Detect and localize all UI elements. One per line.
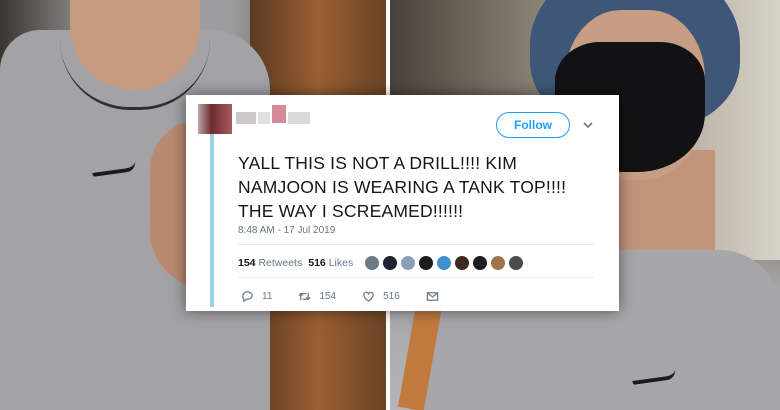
reply-icon	[242, 291, 253, 303]
liker-avatar[interactable]	[454, 255, 470, 271]
divider	[238, 244, 594, 245]
direct-message-button[interactable]	[426, 290, 439, 303]
liker-avatar[interactable]	[508, 255, 524, 271]
engagement-stats: 154 Retweets 516 Likes	[238, 257, 353, 269]
tweet-timestamp[interactable]: 8:48 AM - 17 Jul 2019	[238, 225, 335, 236]
like-count: 516	[383, 291, 400, 302]
blurred-username	[236, 112, 256, 124]
reply-button[interactable]: 11	[241, 290, 272, 303]
like-button[interactable]: 516	[362, 290, 400, 303]
liker-avatar[interactable]	[364, 255, 380, 271]
liker-avatar[interactable]	[400, 255, 416, 271]
follow-button[interactable]: Follow	[496, 112, 570, 138]
liker-avatar[interactable]	[382, 255, 398, 271]
quote-bar	[210, 133, 214, 307]
retweet-button[interactable]: 154	[298, 290, 336, 303]
retweet-count: 154	[319, 291, 337, 302]
blurred-username	[288, 112, 310, 124]
tweet-actions: 11 154 516	[241, 290, 465, 303]
tweet-text: YALL THIS IS NOT A DRILL!!!! KIM NAMJOON…	[238, 153, 567, 221]
likes-stat[interactable]: 516 Likes	[308, 257, 353, 269]
retweet-icon	[298, 292, 311, 301]
liker-avatar[interactable]	[472, 255, 488, 271]
blurred-username	[272, 105, 286, 123]
chevron-down-icon[interactable]	[582, 119, 594, 131]
tweet-card: Follow YALL THIS IS NOT A DRILL!!!! KIM …	[186, 95, 619, 311]
heart-icon	[363, 291, 374, 302]
divider	[238, 277, 594, 278]
liker-avatar[interactable]	[436, 255, 452, 271]
blurred-username	[258, 112, 270, 124]
liker-avatars	[364, 255, 524, 271]
avatar[interactable]	[198, 104, 232, 134]
liker-avatar[interactable]	[418, 255, 434, 271]
envelope-icon	[426, 292, 438, 301]
liker-avatar[interactable]	[490, 255, 506, 271]
retweets-stat[interactable]: 154 Retweets	[238, 257, 302, 269]
reply-count: 11	[262, 291, 273, 302]
